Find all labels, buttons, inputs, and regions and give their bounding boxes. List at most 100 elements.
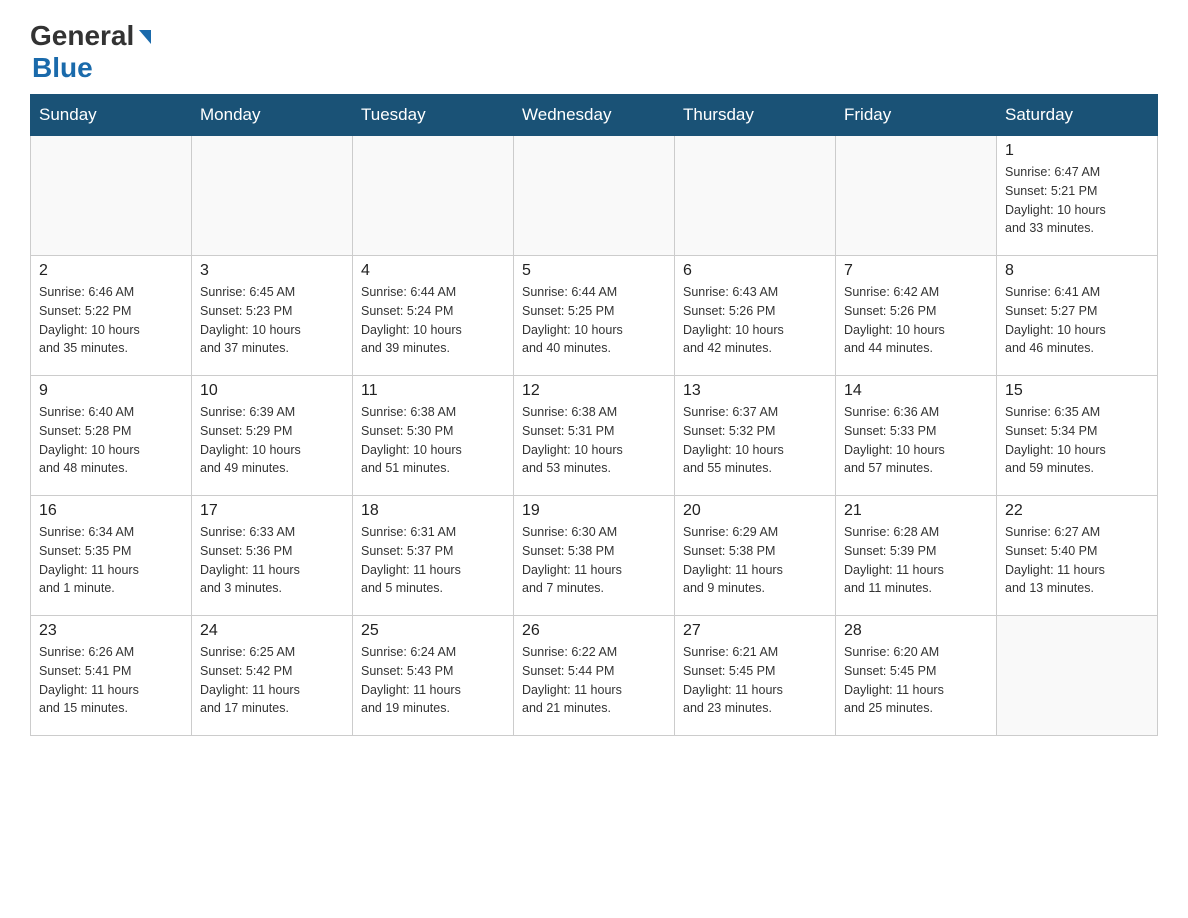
day-number: 20: [683, 502, 827, 520]
day-info: Sunrise: 6:44 AM Sunset: 5:24 PM Dayligh…: [361, 283, 505, 358]
calendar-cell: 16 Sunrise: 6:34 AM Sunset: 5:35 PM Dayli…: [31, 496, 192, 616]
calendar-header-monday: Monday: [192, 95, 353, 136]
calendar-cell: [192, 136, 353, 256]
day-number: 10: [200, 382, 344, 400]
day-info: Sunrise: 6:30 AM Sunset: 5:38 PM Dayligh…: [522, 523, 666, 598]
day-number: 1: [1005, 142, 1149, 160]
day-number: 23: [39, 622, 183, 640]
calendar-header-sunday: Sunday: [31, 95, 192, 136]
calendar-cell: 15 Sunrise: 6:35 AM Sunset: 5:34 PM Dayli…: [997, 376, 1158, 496]
day-number: 16: [39, 502, 183, 520]
calendar-cell: 20Sunrise: 6:29 AM Sunset: 5:38 PM Dayli…: [675, 496, 836, 616]
day-number: 21: [844, 502, 988, 520]
calendar-cell: 6Sunrise: 6:43 AM Sunset: 5:26 PM Daylig…: [675, 256, 836, 376]
calendar-cell: 1 Sunrise: 6:47 AM Sunset: 5:21 PM Daylig…: [997, 136, 1158, 256]
calendar-cell: [997, 616, 1158, 736]
day-info: Sunrise: 6:28 AM Sunset: 5:39 PM Dayligh…: [844, 523, 988, 598]
day-number: 3: [200, 262, 344, 280]
day-info: Sunrise: 6:43 AM Sunset: 5:26 PM Dayligh…: [683, 283, 827, 358]
calendar-cell: 2 Sunrise: 6:46 AM Sunset: 5:22 PM Daylig…: [31, 256, 192, 376]
day-info: Sunrise: 6:26 AM Sunset: 5:41 PM Dayligh…: [39, 643, 183, 718]
week-row-4: 16 Sunrise: 6:34 AM Sunset: 5:35 PM Dayli…: [31, 496, 1158, 616]
day-number: 14: [844, 382, 988, 400]
day-info: Sunrise: 6:24 AM Sunset: 5:43 PM Dayligh…: [361, 643, 505, 718]
day-number: 17: [200, 502, 344, 520]
calendar-cell: 18Sunrise: 6:31 AM Sunset: 5:37 PM Dayli…: [353, 496, 514, 616]
page-header: General Blue: [30, 20, 1158, 84]
day-info: Sunrise: 6:35 AM Sunset: 5:34 PM Dayligh…: [1005, 403, 1149, 478]
calendar-cell: [675, 136, 836, 256]
week-row-5: 23 Sunrise: 6:26 AM Sunset: 5:41 PM Dayli…: [31, 616, 1158, 736]
calendar-cell: 22 Sunrise: 6:27 AM Sunset: 5:40 PM Dayli…: [997, 496, 1158, 616]
day-info: Sunrise: 6:39 AM Sunset: 5:29 PM Dayligh…: [200, 403, 344, 478]
calendar-cell: [31, 136, 192, 256]
calendar-cell: 14 Sunrise: 6:36 AM Sunset: 5:33 PM Dayli…: [836, 376, 997, 496]
calendar-cell: 19 Sunrise: 6:30 AM Sunset: 5:38 PM Dayli…: [514, 496, 675, 616]
day-number: 12: [522, 382, 666, 400]
week-row-3: 9 Sunrise: 6:40 AM Sunset: 5:28 PM Daylig…: [31, 376, 1158, 496]
day-info: Sunrise: 6:20 AM Sunset: 5:45 PM Dayligh…: [844, 643, 988, 718]
calendar-cell: 11 Sunrise: 6:38 AM Sunset: 5:30 PM Dayli…: [353, 376, 514, 496]
day-info: Sunrise: 6:40 AM Sunset: 5:28 PM Dayligh…: [39, 403, 183, 478]
day-info: Sunrise: 6:46 AM Sunset: 5:22 PM Dayligh…: [39, 283, 183, 358]
day-info: Sunrise: 6:44 AM Sunset: 5:25 PM Dayligh…: [522, 283, 666, 358]
calendar-cell: 7 Sunrise: 6:42 AM Sunset: 5:26 PM Daylig…: [836, 256, 997, 376]
calendar-cell: 26Sunrise: 6:22 AM Sunset: 5:44 PM Dayli…: [514, 616, 675, 736]
day-info: Sunrise: 6:25 AM Sunset: 5:42 PM Dayligh…: [200, 643, 344, 718]
day-number: 15: [1005, 382, 1149, 400]
week-row-1: 1 Sunrise: 6:47 AM Sunset: 5:21 PM Daylig…: [31, 136, 1158, 256]
calendar-header-friday: Friday: [836, 95, 997, 136]
day-info: Sunrise: 6:31 AM Sunset: 5:37 PM Dayligh…: [361, 523, 505, 598]
calendar-cell: 21 Sunrise: 6:28 AM Sunset: 5:39 PM Dayli…: [836, 496, 997, 616]
calendar-cell: 25Sunrise: 6:24 AM Sunset: 5:43 PM Dayli…: [353, 616, 514, 736]
day-info: Sunrise: 6:38 AM Sunset: 5:30 PM Dayligh…: [361, 403, 505, 478]
day-number: 9: [39, 382, 183, 400]
day-info: Sunrise: 6:41 AM Sunset: 5:27 PM Dayligh…: [1005, 283, 1149, 358]
day-number: 28: [844, 622, 988, 640]
day-info: Sunrise: 6:42 AM Sunset: 5:26 PM Dayligh…: [844, 283, 988, 358]
calendar-cell: 27 Sunrise: 6:21 AM Sunset: 5:45 PM Dayli…: [675, 616, 836, 736]
calendar-cell: [514, 136, 675, 256]
calendar-cell: [836, 136, 997, 256]
calendar-cell: 28 Sunrise: 6:20 AM Sunset: 5:45 PM Dayli…: [836, 616, 997, 736]
calendar-header-thursday: Thursday: [675, 95, 836, 136]
logo-text: General: [30, 20, 151, 52]
day-number: 2: [39, 262, 183, 280]
day-number: 7: [844, 262, 988, 280]
calendar-header-tuesday: Tuesday: [353, 95, 514, 136]
day-number: 22: [1005, 502, 1149, 520]
day-info: Sunrise: 6:45 AM Sunset: 5:23 PM Dayligh…: [200, 283, 344, 358]
day-info: Sunrise: 6:36 AM Sunset: 5:33 PM Dayligh…: [844, 403, 988, 478]
day-number: 24: [200, 622, 344, 640]
calendar-header-saturday: Saturday: [997, 95, 1158, 136]
calendar-table: SundayMondayTuesdayWednesdayThursdayFrid…: [30, 94, 1158, 736]
day-number: 11: [361, 382, 505, 400]
calendar-cell: 12 Sunrise: 6:38 AM Sunset: 5:31 PM Dayli…: [514, 376, 675, 496]
day-info: Sunrise: 6:27 AM Sunset: 5:40 PM Dayligh…: [1005, 523, 1149, 598]
calendar-cell: 23 Sunrise: 6:26 AM Sunset: 5:41 PM Dayli…: [31, 616, 192, 736]
logo: General Blue: [30, 20, 151, 84]
day-number: 13: [683, 382, 827, 400]
calendar-header-wednesday: Wednesday: [514, 95, 675, 136]
calendar-cell: 4 Sunrise: 6:44 AM Sunset: 5:24 PM Daylig…: [353, 256, 514, 376]
day-info: Sunrise: 6:47 AM Sunset: 5:21 PM Dayligh…: [1005, 163, 1149, 238]
day-info: Sunrise: 6:21 AM Sunset: 5:45 PM Dayligh…: [683, 643, 827, 718]
day-number: 19: [522, 502, 666, 520]
day-number: 5: [522, 262, 666, 280]
week-row-2: 2 Sunrise: 6:46 AM Sunset: 5:22 PM Daylig…: [31, 256, 1158, 376]
day-info: Sunrise: 6:22 AM Sunset: 5:44 PM Dayligh…: [522, 643, 666, 718]
logo-general-text: General: [30, 20, 134, 52]
calendar-cell: 17 Sunrise: 6:33 AM Sunset: 5:36 PM Dayli…: [192, 496, 353, 616]
calendar-cell: 9 Sunrise: 6:40 AM Sunset: 5:28 PM Daylig…: [31, 376, 192, 496]
day-info: Sunrise: 6:34 AM Sunset: 5:35 PM Dayligh…: [39, 523, 183, 598]
day-info: Sunrise: 6:38 AM Sunset: 5:31 PM Dayligh…: [522, 403, 666, 478]
calendar-cell: 3 Sunrise: 6:45 AM Sunset: 5:23 PM Daylig…: [192, 256, 353, 376]
day-number: 4: [361, 262, 505, 280]
calendar-cell: 5 Sunrise: 6:44 AM Sunset: 5:25 PM Daylig…: [514, 256, 675, 376]
day-info: Sunrise: 6:37 AM Sunset: 5:32 PM Dayligh…: [683, 403, 827, 478]
calendar-cell: 24 Sunrise: 6:25 AM Sunset: 5:42 PM Dayli…: [192, 616, 353, 736]
day-info: Sunrise: 6:33 AM Sunset: 5:36 PM Dayligh…: [200, 523, 344, 598]
calendar-cell: 8Sunrise: 6:41 AM Sunset: 5:27 PM Daylig…: [997, 256, 1158, 376]
calendar-header-row: SundayMondayTuesdayWednesdayThursdayFrid…: [31, 95, 1158, 136]
day-number: 27: [683, 622, 827, 640]
